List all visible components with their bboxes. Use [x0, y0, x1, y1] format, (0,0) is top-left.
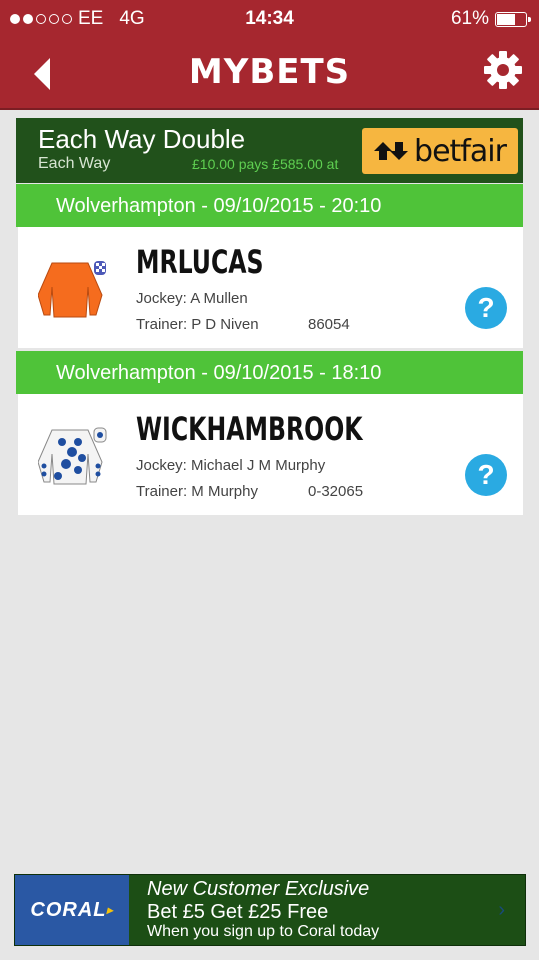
- bet-summary-header: Each Way Double Each Way £10.00 pays £58…: [16, 118, 523, 183]
- coral-ad-banner[interactable]: CORAL ▸ New Customer Exclusive Bet £5 Get…: [14, 874, 526, 946]
- horse-form: 86054: [308, 316, 350, 333]
- jockey-name: Jockey: A Mullen: [136, 290, 248, 307]
- horse-name: MRLUCAS: [136, 243, 264, 281]
- runner-card: WICKHAMBROOK Jockey: Michael J M Murphy …: [18, 394, 523, 515]
- ad-offer: Bet £5 Get £25 Free: [147, 901, 329, 923]
- help-button[interactable]: ?: [465, 287, 507, 329]
- bet-type: Each Way Double: [38, 124, 246, 154]
- status-bar: EE 4G 14:34 61%: [0, 6, 539, 32]
- bet-subtype: Each Way: [38, 155, 111, 172]
- bet-payout: £10.00 pays £585.00 at: [192, 156, 339, 172]
- horse-form: 0-32065: [308, 483, 364, 500]
- race-title: Wolverhampton - 09/10/2015 - 18:10: [56, 362, 382, 384]
- runner-card: MRLUCAS Jockey: A Mullen Trainer: P D Ni…: [18, 227, 523, 348]
- race-title: Wolverhampton - 09/10/2015 - 20:10: [56, 195, 382, 217]
- betfair-arrows-icon: [374, 142, 409, 160]
- race-header: Wolverhampton - 09/10/2015 - 18:10: [16, 351, 523, 394]
- horse-name: WICKHAMBROOK: [136, 410, 363, 448]
- race-header: Wolverhampton - 09/10/2015 - 20:10: [16, 184, 523, 227]
- battery-info: 61%: [450, 8, 531, 30]
- ad-subtext: When you sign up to Coral today: [147, 923, 380, 940]
- settings-gear-icon[interactable]: [483, 50, 523, 90]
- app-header: EE 4G 14:34 61% MYBETS: [0, 0, 539, 110]
- jockey-name: Jockey: Michael J M Murphy: [136, 457, 326, 474]
- betfair-logo-text: betfair: [414, 133, 507, 169]
- battery-icon: [495, 11, 531, 27]
- battery-percent: 61%: [450, 8, 489, 29]
- ad-headline: New Customer Exclusive: [147, 878, 370, 900]
- help-button[interactable]: ?: [465, 454, 507, 496]
- betfair-logo-button[interactable]: betfair: [362, 128, 518, 174]
- trainer-name: Trainer: P D Niven: [136, 316, 259, 333]
- trainer-name: Trainer: M Murphy: [136, 483, 258, 500]
- jockey-silks-orange-icon: [38, 261, 106, 318]
- jockey-silks-white-spots-icon: [38, 427, 107, 485]
- chevron-right-icon: ›: [498, 899, 505, 921]
- page-title: MYBETS: [188, 52, 351, 92]
- coral-logo: CORAL ▸: [15, 875, 129, 945]
